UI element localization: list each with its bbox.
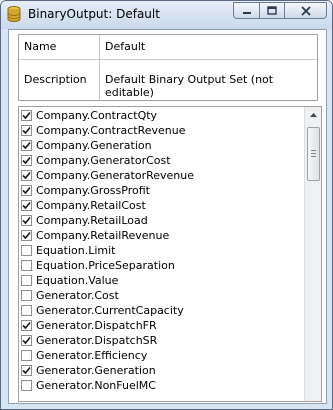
item-checkbox[interactable]	[21, 320, 32, 331]
item-label: Generator.Cost	[36, 289, 119, 302]
item-label: Generator.NonFuelMC	[36, 379, 156, 392]
property-name-label: Name	[24, 40, 57, 53]
scroll-up-icon	[309, 113, 317, 117]
item-checkbox[interactable]	[21, 230, 32, 241]
property-row-description[interactable]: Description Default Binary Output Set (n…	[19, 60, 317, 100]
window-title: BinaryOutput: Default	[28, 7, 160, 21]
item-checkbox[interactable]	[21, 245, 32, 256]
item-label: Company.GeneratorRevenue	[36, 169, 195, 182]
database-icon	[7, 6, 21, 22]
item-checkbox[interactable]	[21, 155, 32, 166]
checkmark-icon	[22, 336, 31, 345]
checkmark-icon	[22, 186, 31, 195]
thumb-grip	[311, 156, 316, 157]
item-label: Company.GeneratorCost	[36, 154, 171, 167]
item-checkbox[interactable]	[21, 350, 32, 361]
close-button[interactable]	[284, 2, 327, 19]
checkmark-icon	[22, 366, 31, 375]
checkmark-icon	[22, 201, 31, 210]
item-label: Company.GrossProfit	[36, 184, 150, 197]
scroll-up-button[interactable]	[305, 107, 321, 123]
item-checkbox[interactable]	[21, 110, 32, 121]
item-label: Company.Generation	[36, 139, 152, 152]
checkmark-icon	[22, 321, 31, 330]
item-checkbox[interactable]	[21, 380, 32, 391]
checkmark-icon	[22, 216, 31, 225]
binary-output-window: BinaryOutput: Default Name Default Descr…	[0, 0, 333, 410]
checkmark-icon	[22, 231, 31, 240]
title-bar[interactable]: BinaryOutput: Default	[1, 1, 332, 29]
item-label: Company.RetailRevenue	[36, 229, 170, 242]
item-checkbox[interactable]	[21, 215, 32, 226]
item-checkbox[interactable]	[21, 125, 32, 136]
item-checkbox[interactable]	[21, 170, 32, 181]
close-icon	[300, 6, 311, 16]
checkmark-icon	[22, 141, 31, 150]
maximize-button[interactable]	[259, 2, 285, 19]
properties-table: Name Default Description Default Binary …	[18, 34, 318, 101]
item-label: Equation.PriceSeparation	[36, 259, 175, 272]
checkmark-icon	[22, 171, 31, 180]
maximize-icon	[267, 6, 277, 15]
item-checkbox[interactable]	[21, 140, 32, 151]
item-label: Equation.Limit	[36, 244, 116, 257]
property-description-label: Description	[24, 73, 87, 86]
property-description-value[interactable]: Default Binary Output Set (not editable)	[105, 73, 317, 99]
item-checkbox[interactable]	[21, 200, 32, 211]
item-label: Equation.Value	[36, 274, 119, 287]
checkmark-icon	[22, 156, 31, 165]
checkmark-icon	[22, 111, 31, 120]
item-checkbox[interactable]	[21, 275, 32, 286]
thumb-grip	[311, 150, 316, 151]
item-label: Generator.CurrentCapacity	[36, 304, 184, 317]
item-label: Company.ContractQty	[36, 109, 158, 122]
minimize-icon	[242, 12, 251, 14]
item-checkbox[interactable]	[21, 185, 32, 196]
scroll-thumb[interactable]	[307, 127, 320, 181]
thumb-grip	[311, 153, 316, 154]
item-checkbox[interactable]	[21, 260, 32, 271]
output-checklist[interactable]: Company.ContractQty Company.ContractReven…	[18, 106, 322, 402]
property-name-value[interactable]: Default	[105, 40, 145, 53]
item-checkbox[interactable]	[21, 365, 32, 376]
item-checkbox[interactable]	[21, 335, 32, 346]
item-label: Company.RetailCost	[36, 199, 146, 212]
property-row-name[interactable]: Name Default	[19, 35, 317, 60]
item-label: Generator.Generation	[36, 364, 156, 377]
item-label: Generator.DispatchFR	[36, 319, 157, 332]
item-label: Generator.DispatchSR	[36, 334, 158, 347]
item-checkbox[interactable]	[21, 290, 32, 301]
minimize-button[interactable]	[233, 2, 260, 19]
item-label: Company.ContractRevenue	[36, 124, 186, 137]
item-label: Company.RetailLoad	[36, 214, 148, 227]
checkmark-icon	[22, 126, 31, 135]
dialog-body: Name Default Description Default Binary …	[8, 29, 327, 404]
item-label: Generator.Efficiency	[36, 349, 148, 362]
vertical-scrollbar[interactable]	[304, 107, 321, 401]
item-checkbox[interactable]	[21, 305, 32, 316]
